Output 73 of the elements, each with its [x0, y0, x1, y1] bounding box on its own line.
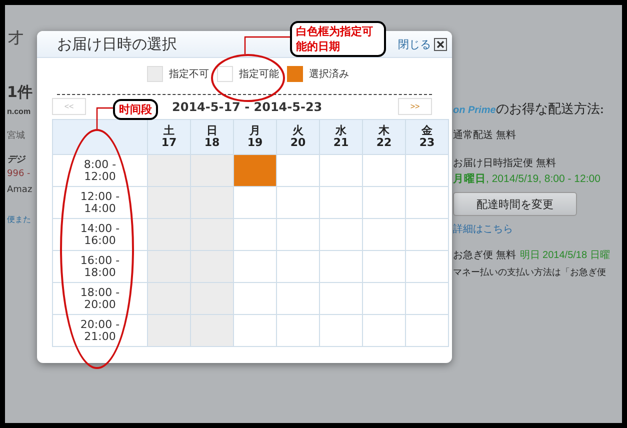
slot-cell[interactable] — [234, 154, 276, 186]
slot-cell[interactable] — [362, 250, 406, 282]
slot-cell[interactable] — [276, 218, 320, 250]
next-week-button[interactable]: >> — [398, 98, 432, 115]
day-header: 月 19 — [234, 120, 276, 154]
date-range: 2014-5-17 - 2014-5-23 — [172, 100, 322, 114]
time-slot-label: 14:00 - 16:00 — [52, 218, 148, 250]
slot-cell[interactable] — [362, 218, 406, 250]
standard-shipping-text: 通常配送 無料 — [453, 128, 516, 142]
page-text: 1件 — [7, 85, 34, 99]
page-text: Amaz — [7, 184, 34, 197]
slot-cell[interactable] — [362, 314, 406, 346]
legend-label: 指定可能 — [239, 68, 279, 81]
slot-cell[interactable] — [406, 154, 448, 186]
slot-cell[interactable] — [406, 186, 448, 218]
close-icon[interactable] — [434, 38, 447, 50]
slot-cell[interactable] — [406, 218, 448, 250]
legend-label: 指定不可 — [169, 68, 209, 81]
page-text: 996 - — [7, 168, 32, 181]
slot-cell[interactable] — [320, 314, 362, 346]
leader-line — [244, 36, 292, 54]
slot-cell[interactable] — [320, 218, 362, 250]
change-time-button[interactable]: 配達時間を変更 — [453, 192, 577, 216]
time-slot-label: 12:00 - 14:00 — [52, 186, 148, 218]
slot-cell[interactable] — [276, 154, 320, 186]
details-link[interactable]: 詳細はこちら — [453, 222, 513, 236]
slot-cell[interactable] — [362, 186, 406, 218]
annotation-callout: 白色框为指定可能的日期 — [290, 21, 386, 57]
slot-cell[interactable] — [406, 314, 448, 346]
slot-cell[interactable] — [320, 250, 362, 282]
day-header: 土 17 — [148, 120, 190, 154]
slot-cell[interactable] — [234, 218, 276, 250]
annotation-callout: 时间段 — [113, 99, 158, 120]
slot-cell[interactable] — [234, 250, 276, 282]
time-slot-label: 18:00 - 20:00 — [52, 282, 148, 314]
dialog-title: お届け日時の選択 — [57, 34, 177, 54]
slot-cell[interactable] — [320, 186, 362, 218]
legend-label: 選択済み — [309, 68, 349, 81]
time-slot-label: 8:00 - 12:00 — [52, 154, 148, 186]
delivery-heading: のお得な配送方法: — [496, 101, 604, 118]
prime-logo: on Prime — [453, 105, 496, 116]
page-text: n.com — [7, 106, 32, 118]
slot-cell[interactable] — [406, 282, 448, 314]
slot-cell[interactable] — [406, 250, 448, 282]
page-text: デジ — [7, 154, 26, 167]
slot-cell[interactable] — [362, 154, 406, 186]
slot-cell[interactable] — [276, 314, 320, 346]
time-slot-label: 16:00 - 18:00 — [52, 250, 148, 282]
day-header: 金 23 — [406, 120, 448, 154]
slot-cell[interactable] — [320, 154, 362, 186]
day-header: 水 21 — [320, 120, 362, 154]
page-text: 宮城 — [7, 130, 26, 143]
slot-cell[interactable] — [320, 282, 362, 314]
slot-cell[interactable] — [234, 282, 276, 314]
close-link[interactable]: 閉じる — [398, 36, 431, 52]
slot-cell[interactable] — [276, 250, 320, 282]
express-date-text: 明日 2014/5/18 日曜 — [520, 249, 610, 262]
time-slot-label: 20:00 - 21:00 — [52, 314, 148, 346]
express-shipping-text: お急ぎ便 無料 — [453, 248, 516, 262]
slot-cell[interactable] — [362, 282, 406, 314]
page-text: オ — [7, 31, 26, 45]
scheduled-shipping-text: お届け日時指定便 無料 — [453, 156, 556, 170]
day-header: 木 22 — [362, 120, 406, 154]
slot-cell[interactable] — [276, 282, 320, 314]
day-header: 日 18 — [190, 120, 234, 154]
leader-line — [96, 107, 114, 129]
page-text: 便また — [7, 214, 32, 226]
slot-cell[interactable] — [234, 314, 276, 346]
slot-cell[interactable] — [234, 186, 276, 218]
day-header: 火 20 — [276, 120, 320, 154]
scheduled-date-text: 月曜日, 2014/5/19, 8:00 - 12:00 — [453, 172, 600, 186]
slot-cell[interactable] — [276, 186, 320, 218]
payment-note-text: マネー払いの支払い方法は「お急ぎ便 — [453, 266, 606, 279]
